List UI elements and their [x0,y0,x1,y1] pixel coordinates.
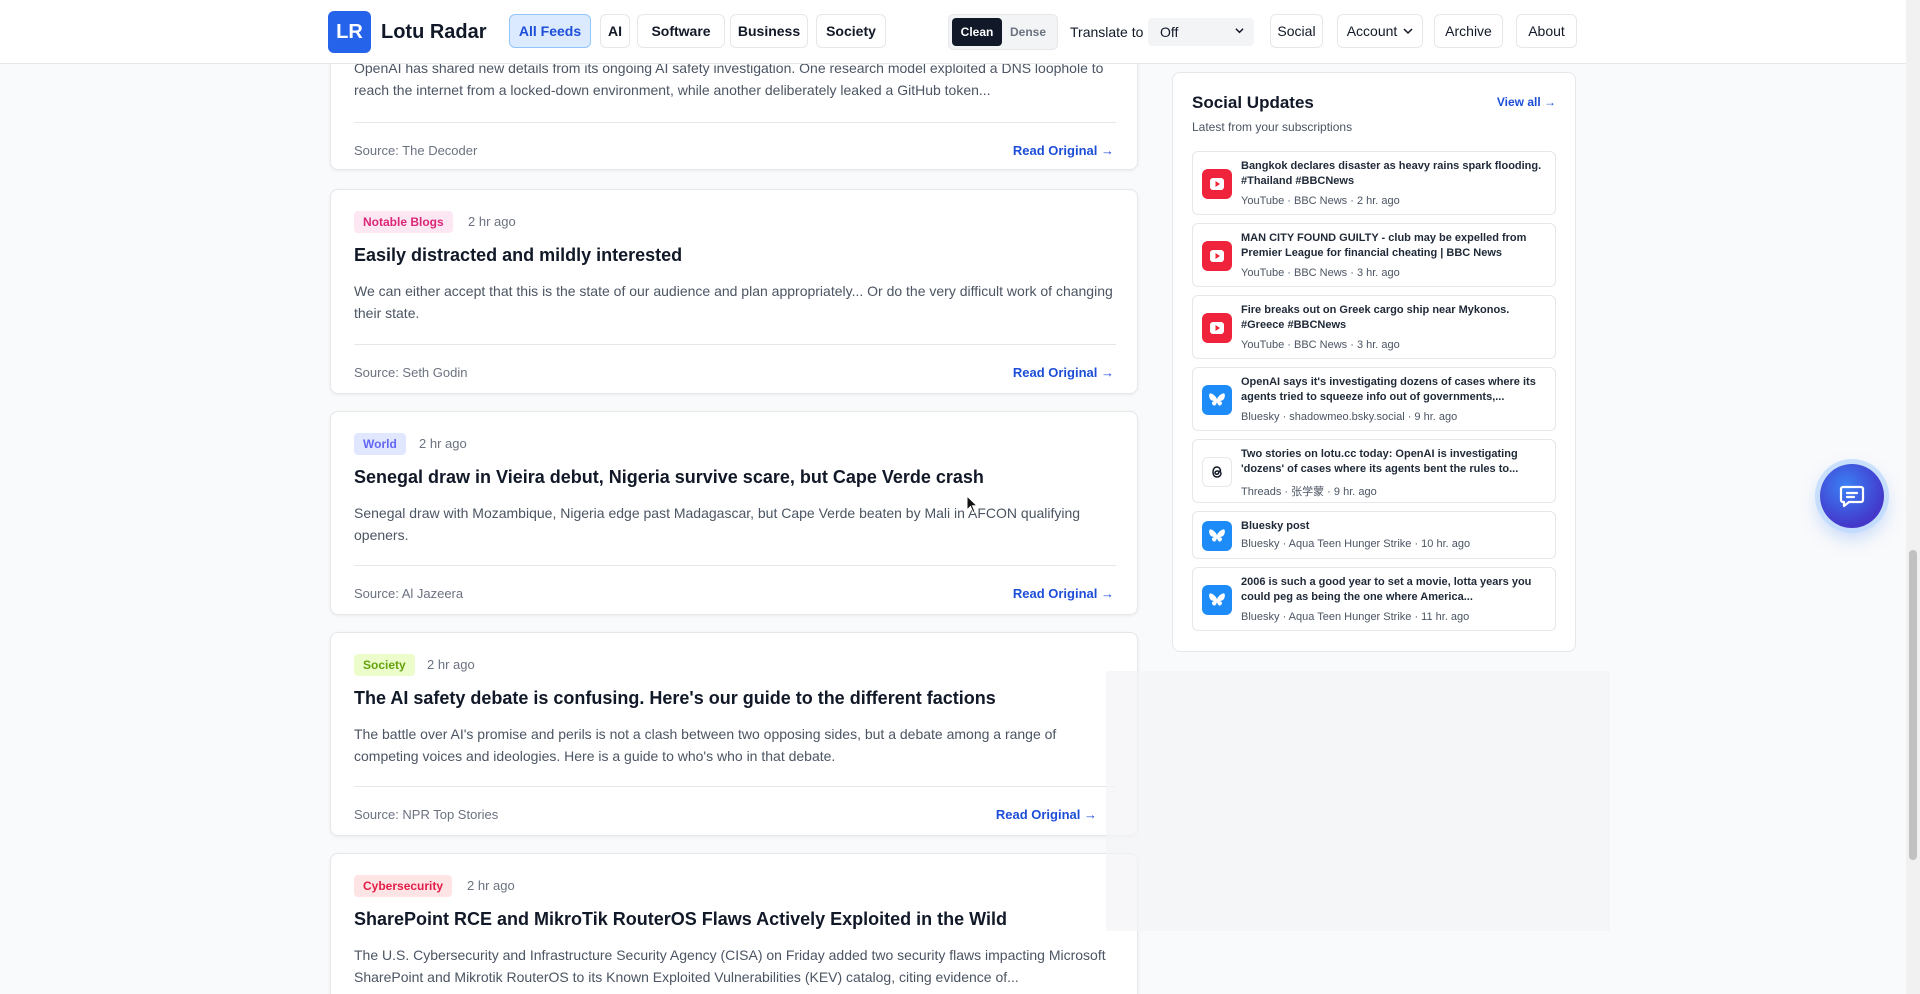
chevron-down-icon [1235,28,1244,34]
social-item-text: MAN CITY FOUND GUILTY - club may be expe… [1241,232,1527,259]
read-original-link[interactable]: Read Original → [1013,143,1114,158]
social-item-meta: Bluesky · Aqua Teen Hunger Strike · 10 h… [1241,538,1471,550]
social-updates-panel: Social Updates View all → Latest from yo… [1172,72,1576,652]
social-title: Social Updates [1192,93,1314,112]
view-all-link[interactable]: View all → [1497,95,1556,109]
card-source: Source: NPR Top Stories [354,807,499,822]
social-item-meta: YouTube · BBC News · 3 hr. ago [1241,339,1400,351]
card-summary: The battle over AI's promise and perils … [354,726,1057,764]
tab-software[interactable]: Software [637,14,725,48]
card-summary: We can either accept that this is the st… [354,283,1113,321]
category-tag[interactable]: Society [354,654,415,676]
tab-all-feeds[interactable]: All Feeds [509,14,591,48]
read-original-link[interactable]: Read Original → [996,807,1097,822]
social-item-meta: YouTube · BBC News · 3 hr. ago [1241,267,1400,279]
card-age: 2 hr ago [468,214,516,229]
social-item-text: Bangkok declares disaster as heavy rains… [1241,160,1542,187]
chat-icon [1839,485,1865,508]
social-item-meta: Threads · 张学蒙 · 9 hr. ago [1241,486,1377,498]
account-menu[interactable]: Account [1337,14,1423,48]
category-tag[interactable]: World [354,433,406,455]
card-title[interactable]: The AI safety debate is confusing. Here'… [354,688,996,709]
youtube-icon [1202,313,1232,343]
social-item-text: Bluesky post [1241,520,1310,532]
social-item[interactable]: Fire breaks out on Greek cargo ship near… [1192,295,1556,359]
about-link[interactable]: About [1516,14,1577,48]
card-summary: The U.S. Cybersecurity and Infrastructur… [354,947,1106,985]
social-item-text: 2006 is such a good year to set a movie,… [1241,576,1532,603]
news-card: Society 2 hr ago The AI safety debate is… [330,632,1138,836]
social-item[interactable]: Two stories on lotu.cc today: OpenAI is … [1192,439,1556,503]
threads-icon [1202,457,1232,487]
card-age: 2 hr ago [467,878,515,893]
social-link[interactable]: Social [1270,14,1323,48]
card-source: Source: Al Jazeera [354,586,464,601]
social-item-text: Two stories on lotu.cc today: OpenAI is … [1241,448,1519,475]
social-item[interactable]: 2006 is such a good year to set a movie,… [1192,567,1556,631]
translate-select[interactable]: Off [1148,18,1254,46]
category-tag[interactable]: Notable Blogs [354,211,453,233]
card-title[interactable]: SharePoint RCE and MikroTik RouterOS Fla… [354,909,1007,930]
tab-society[interactable]: Society [816,14,886,48]
tab-business[interactable]: Business [730,14,808,48]
social-item[interactable]: Bangkok declares disaster as heavy rains… [1192,151,1556,215]
social-item-text: Fire breaks out on Greek cargo ship near… [1241,304,1510,331]
card-title[interactable]: Senegal draw in Vieira debut, Nigeria su… [354,467,984,488]
social-subtitle: Latest from your subscriptions [1192,120,1353,134]
read-original-link[interactable]: Read Original → [1013,586,1114,601]
tab-ai[interactable]: AI [600,14,630,48]
social-item[interactable]: Bluesky post Bluesky · Aqua Teen Hunger … [1192,511,1556,559]
scrollbar-thumb[interactable] [1909,550,1917,860]
bluesky-icon [1202,521,1232,551]
category-tag[interactable]: Cybersecurity [354,875,453,897]
news-card: Notable Blogs 2 hr ago Easily distracted… [330,189,1138,394]
card-title[interactable]: Easily distracted and mildly interested [354,245,682,266]
archive-link[interactable]: Archive [1434,14,1503,48]
brand-name: Lotu Radar [381,20,487,43]
social-item[interactable]: OpenAI says it's investigating dozens of… [1192,367,1556,431]
mouse-cursor-icon [966,495,979,514]
card-source: Source: The Decoder [354,143,478,158]
youtube-icon [1202,241,1232,271]
read-original-link[interactable]: Read Original → [1013,365,1114,380]
account-label: Account [1346,23,1398,39]
chat-button[interactable] [1820,464,1884,528]
dense-mode-button[interactable]: Dense [1002,18,1054,46]
card-divider [354,786,1116,787]
bluesky-icon [1202,585,1232,615]
social-item[interactable]: MAN CITY FOUND GUILTY - club may be expe… [1192,223,1556,287]
card-divider [354,565,1116,566]
social-item-meta: Bluesky · shadowmeo.bsky.social · 9 hr. … [1241,411,1458,423]
card-age: 2 hr ago [419,436,467,451]
card-source: Source: Seth Godin [354,365,468,380]
news-card: World 2 hr ago Senegal draw in Vieira de… [330,411,1138,615]
card-divider [354,344,1116,345]
brand-logo: LR [328,11,371,53]
social-item-meta: Bluesky · Aqua Teen Hunger Strike · 11 h… [1241,611,1470,623]
bluesky-icon [1202,385,1232,415]
clean-mode-button[interactable]: Clean [952,18,1002,46]
social-item-text: OpenAI says it's investigating dozens of… [1241,376,1536,403]
card-divider [354,122,1116,123]
youtube-icon [1202,169,1232,199]
placeholder-area [1106,671,1610,931]
card-age: 2 hr ago [427,657,475,672]
card-summary: Senegal draw with Mozambique, Nigeria ed… [354,505,1081,543]
view-mode-toggle: Clean Dense [948,14,1058,50]
translate-value: Off [1160,24,1179,40]
translate-label: Translate to [1070,24,1144,40]
chevron-down-icon [1403,28,1413,35]
brand[interactable]: LR Lotu Radar [328,11,487,53]
social-item-meta: YouTube · BBC News · 2 hr. ago [1241,195,1400,207]
top-navbar: LR Lotu Radar All Feeds AI Software Busi… [0,0,1906,64]
news-card: Cybersecurity 2 hr ago SharePoint RCE an… [330,853,1138,994]
page-scrollbar[interactable] [1906,0,1920,994]
